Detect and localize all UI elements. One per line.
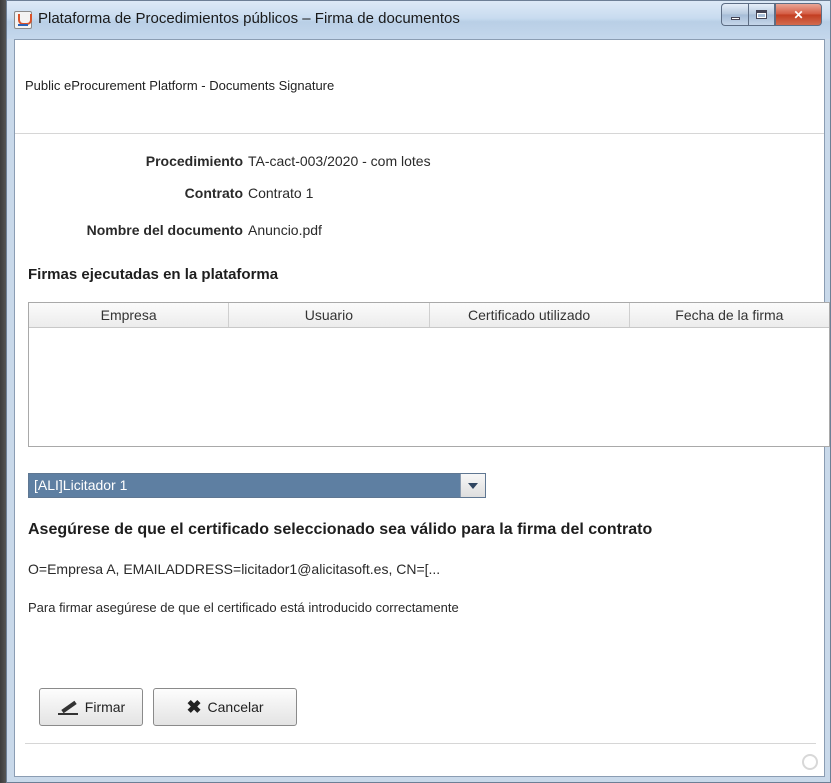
maximize-button[interactable] bbox=[748, 3, 775, 26]
documento-label: Nombre del documento bbox=[86, 222, 243, 238]
maximize-icon bbox=[756, 10, 767, 19]
window-controls: ✕ bbox=[721, 3, 822, 26]
cancel-button-label: Cancelar bbox=[207, 699, 264, 715]
contrato-value: Contrato 1 bbox=[248, 185, 314, 201]
certificate-select[interactable]: [ALI]Licitador 1 bbox=[28, 473, 486, 498]
title-bar[interactable]: Plataforma de Procedimientos públicos – … bbox=[7, 1, 830, 39]
progress-spinner-icon bbox=[802, 754, 818, 770]
certificate-warning: Asegúrese de que el certificado seleccio… bbox=[28, 521, 653, 538]
chevron-down-icon[interactable] bbox=[460, 474, 485, 497]
cancel-button[interactable]: ✖ Cancelar bbox=[153, 688, 297, 726]
documento-value: Anuncio.pdf bbox=[248, 222, 322, 238]
column-header-usuario[interactable]: Usuario bbox=[229, 303, 430, 327]
certificate-select-value: [ALI]Licitador 1 bbox=[34, 477, 128, 493]
certificate-subject: O=Empresa A, EMAILADDRESS=licitador1@ali… bbox=[28, 561, 441, 577]
column-header-certificado[interactable]: Certificado utilizado bbox=[430, 303, 630, 327]
signatures-table[interactable]: Empresa Usuario Certificado utilizado Fe… bbox=[28, 302, 830, 447]
sign-button-label: Firmar bbox=[84, 699, 126, 715]
signatures-table-header: Empresa Usuario Certificado utilizado Fe… bbox=[29, 303, 829, 328]
column-header-fecha[interactable]: Fecha de la firma bbox=[630, 303, 829, 327]
column-header-empresa[interactable]: Empresa bbox=[29, 303, 230, 327]
dialog-subtitle: Public eProcurement Platform - Documents… bbox=[25, 78, 335, 93]
dialog-content: Public eProcurement Platform - Documents… bbox=[14, 39, 830, 777]
java-app-icon bbox=[14, 11, 32, 29]
dialog-window: Plataforma de Procedimientos públicos – … bbox=[6, 0, 831, 783]
close-button[interactable]: ✕ bbox=[775, 3, 822, 26]
minimize-icon bbox=[730, 17, 740, 20]
header-divider bbox=[15, 133, 824, 134]
minimize-button[interactable] bbox=[721, 3, 748, 26]
contrato-label: Contrato bbox=[184, 185, 243, 201]
x-icon: ✖ bbox=[186, 697, 202, 717]
procedimiento-value: TA-cact-003/2020 - com lotes bbox=[248, 153, 431, 169]
window-title: Plataforma de Procedimientos públicos – … bbox=[38, 10, 460, 27]
procedimiento-label: Procedimiento bbox=[145, 153, 243, 169]
signing-note: Para firmar asegúrese de que el certific… bbox=[28, 600, 459, 615]
signatures-section-title: Firmas ejecutadas en la plataforma bbox=[28, 266, 279, 283]
sign-button[interactable]: Firmar bbox=[39, 688, 143, 726]
close-icon: ✕ bbox=[793, 7, 804, 22]
pencil-icon bbox=[57, 699, 79, 715]
footer-divider bbox=[25, 743, 816, 744]
